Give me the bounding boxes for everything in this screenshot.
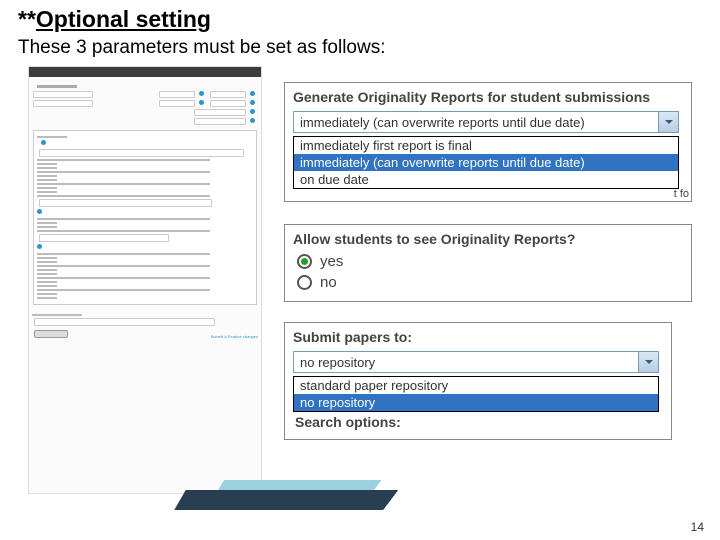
option-no-repo[interactable]: no repository [294,394,658,411]
slide-subtitle: These 3 parameters must be set as follow… [0,36,720,59]
generate-reports-options[interactable]: immediately first report is final immedi… [293,136,679,189]
radio-no[interactable] [297,275,312,290]
info-icon [199,91,204,96]
blur-panel-options [33,130,257,305]
search-options-label: Search options: [293,414,663,430]
slide-title: **Optional setting [0,0,720,36]
cutoff-text: t fo [674,188,689,200]
blur-submit-button [34,330,68,338]
option-immediately-overwrite[interactable]: immediately (can overwrite reports until… [294,154,678,171]
info-icon [250,109,255,114]
radio-yes[interactable] [297,254,312,269]
info-icon [250,100,255,105]
chevron-down-icon[interactable] [658,112,678,132]
panel3-title: Submit papers to: [293,329,663,345]
info-icon [250,118,255,123]
chevron-down-icon[interactable] [638,352,658,372]
title-prefix: ** [18,6,36,32]
panel-submit-papers: Submit papers to: no repository standard… [284,322,672,440]
info-icon [250,91,255,96]
config-screenshot-thumbnail: Submit & Feature changes [28,66,262,494]
panel-allow-students: Allow students to see Originality Report… [284,224,692,302]
title-main: Optional setting [36,6,211,32]
radio-yes-label: yes [320,253,343,270]
panel2-title: Allow students to see Originality Report… [293,231,683,247]
panel1-title: Generate Originality Reports for student… [293,89,683,105]
generate-reports-select[interactable]: immediately (can overwrite reports until… [293,111,679,133]
option-standard-repo[interactable]: standard paper repository [294,377,658,394]
decorative-ribbon [180,480,480,520]
option-on-due-date[interactable]: on due date [294,171,678,188]
info-icon [199,100,204,105]
option-immediately-final[interactable]: immediately first report is final [294,137,678,154]
submit-papers-select[interactable]: no repository [293,351,659,373]
select-value: immediately (can overwrite reports until… [300,115,585,130]
panel-generate-reports: Generate Originality Reports for student… [284,82,692,202]
radio-no-label: no [320,274,337,291]
blur-header-bar [29,67,261,77]
submit-papers-options[interactable]: standard paper repository no repository [293,376,659,412]
page-number: 14 [691,520,704,534]
select-value: no repository [300,355,375,370]
